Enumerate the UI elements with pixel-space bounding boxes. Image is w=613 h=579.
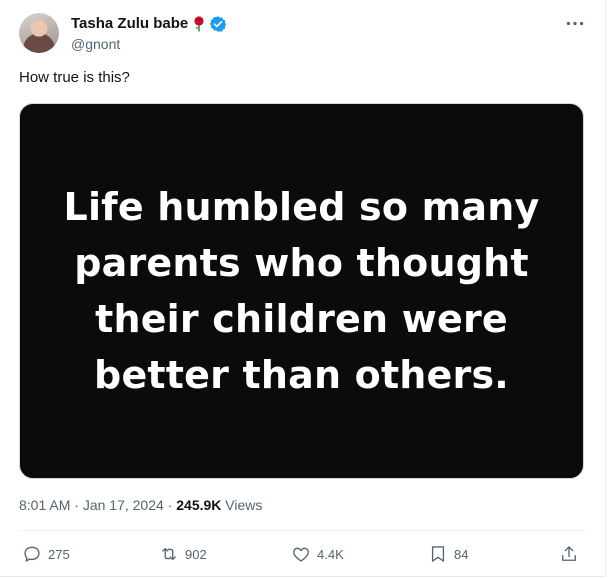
bookmark-count: 84 bbox=[454, 546, 469, 562]
repost-button[interactable]: 902 bbox=[159, 544, 207, 564]
meta-separator: · bbox=[167, 497, 173, 513]
tweet-text: How true is this? bbox=[19, 69, 130, 86]
divider bbox=[19, 530, 586, 531]
repost-icon bbox=[162, 547, 176, 561]
like-button[interactable]: 4.4K bbox=[291, 544, 344, 564]
author-name-row[interactable]: Tasha Zulu babe bbox=[71, 15, 227, 33]
repost-count: 902 bbox=[185, 546, 207, 562]
rose-icon bbox=[192, 16, 206, 32]
share-icon bbox=[562, 546, 576, 561]
more-options-button[interactable] bbox=[564, 14, 586, 32]
reply-count: 275 bbox=[48, 546, 70, 562]
views-label: Views bbox=[225, 497, 263, 513]
tweet-image[interactable]: Life humbled so many parents who thought… bbox=[19, 103, 584, 479]
views-count[interactable]: 245.9K bbox=[176, 497, 221, 513]
author-handle[interactable]: @gnont bbox=[71, 36, 120, 52]
share-button[interactable] bbox=[559, 544, 585, 564]
reply-icon bbox=[24, 546, 40, 562]
more-icon bbox=[566, 21, 584, 25]
action-bar: 275 902 4.4K 84 bbox=[19, 544, 586, 568]
image-quote-text: Life humbled so many parents who thought… bbox=[63, 185, 540, 397]
like-count: 4.4K bbox=[317, 546, 344, 562]
tweet-time[interactable]: 8:01 AM bbox=[19, 497, 70, 513]
bookmark-icon bbox=[431, 546, 445, 562]
author-display-name[interactable]: Tasha Zulu babe bbox=[71, 15, 188, 33]
tweet-meta: 8:01 AM · Jan 17, 2024 · 245.9K Views bbox=[19, 496, 262, 514]
meta-separator: · bbox=[74, 497, 79, 513]
avatar[interactable] bbox=[19, 13, 59, 53]
tweet-card: Tasha Zulu babe @gnont How true is this?… bbox=[0, 0, 606, 577]
reply-button[interactable]: 275 bbox=[22, 544, 70, 564]
bookmark-button[interactable]: 84 bbox=[428, 544, 468, 564]
verified-badge-icon[interactable] bbox=[209, 15, 227, 33]
like-icon bbox=[293, 547, 309, 562]
tweet-date[interactable]: Jan 17, 2024 bbox=[83, 497, 164, 513]
